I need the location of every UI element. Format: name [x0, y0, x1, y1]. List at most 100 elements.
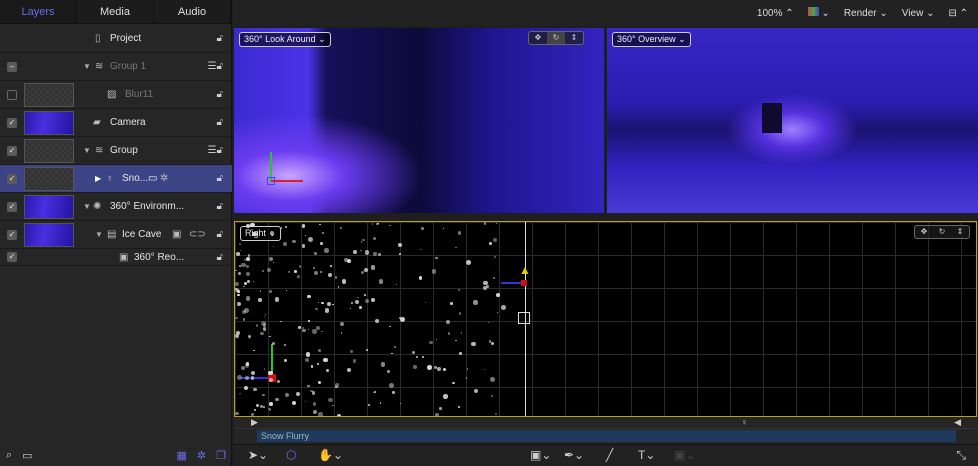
- grid-icon[interactable]: ▦: [177, 449, 187, 462]
- lock-icon[interactable]: ☰🔓︎: [208, 61, 223, 72]
- layer-row-group[interactable]: ✓ ▼ ≋ Group ☰🔓︎: [0, 137, 232, 165]
- color-channel-menu[interactable]: ⌄: [807, 7, 830, 19]
- camera-view-popup[interactable]: 360° Overview ⌄: [612, 32, 691, 47]
- dolly-icon[interactable]: ⇕: [565, 32, 583, 44]
- orbit-icon[interactable]: ↻: [933, 226, 951, 238]
- snow-particle: [488, 242, 492, 246]
- layer-row-icecave[interactable]: ✓ ▼ ▤ Ice Cave ▣ ⊂⊃ 🔓︎: [0, 221, 232, 249]
- tab-layers[interactable]: Layers: [0, 0, 77, 23]
- viewport-look-around[interactable]: 360° Look Around ⌄ ✥ ↻ ⇕: [234, 28, 604, 213]
- snow-particle: [483, 285, 487, 290]
- layer-thumbnail: [24, 110, 74, 135]
- snow-particle: [327, 397, 333, 403]
- layer-label: Group: [110, 145, 138, 156]
- search-icon[interactable]: ⌕: [6, 449, 12, 462]
- snow-particle: [326, 302, 332, 307]
- checkbox[interactable]: ✓: [7, 201, 17, 212]
- camera-view-popup[interactable]: 360° Look Around ⌄: [239, 32, 331, 47]
- layer-row-camera[interactable]: ✓ ▰ Camera 🔓︎: [0, 109, 232, 137]
- snow-particle: [311, 329, 317, 334]
- dolly-icon[interactable]: ⇕: [951, 226, 969, 238]
- camera-x-handle[interactable]: [521, 280, 527, 286]
- lock-icon[interactable]: 🔓︎: [217, 117, 223, 128]
- layer-row-project[interactable]: ▯ Project 🔓︎: [0, 25, 232, 53]
- layers-panel: Layers Media Audio ▯ Project 🔓︎ – ▼ ≋ Gr…: [0, 0, 232, 466]
- clip-bar[interactable]: Snow Flurry: [257, 430, 956, 442]
- snow-particle: [242, 318, 246, 321]
- hand-tool-icon[interactable]: ✋⌄: [318, 448, 343, 462]
- 3d-transform-tool-icon[interactable]: ⬡: [286, 448, 296, 462]
- thumbnail-toggle-icon[interactable]: ▭: [22, 449, 32, 462]
- disclosure-icon[interactable]: ▼: [83, 146, 91, 155]
- text-tool-icon[interactable]: T⌄: [638, 448, 655, 462]
- layer-label: Sno...: [122, 173, 149, 184]
- checkbox[interactable]: ✓: [7, 117, 17, 128]
- gear-icon[interactable]: ✲: [197, 449, 206, 462]
- x-axis-handle[interactable]: [271, 180, 303, 182]
- checkbox[interactable]: ✓: [7, 252, 17, 262]
- render-menu[interactable]: Render ⌄: [844, 8, 888, 19]
- out-point-marker[interactable]: ◀: [954, 417, 961, 428]
- snow-particle: [316, 325, 320, 330]
- layer-label: 360° Environm...: [110, 201, 185, 212]
- paint-tool-icon[interactable]: ╱: [606, 448, 613, 462]
- checkbox[interactable]: ✓: [7, 229, 17, 240]
- pan-icon[interactable]: ✥: [915, 226, 933, 238]
- z-axis-handle[interactable]: [267, 177, 275, 185]
- viewport-right[interactable]: Right ⌄ ✥ ↻ ⇕ ▲: [234, 221, 977, 417]
- view-menu[interactable]: View ⌄: [902, 8, 935, 19]
- layer-row-snow[interactable]: ✓ ▶ ♁ Sno... ▭ ✲ 🔓︎: [0, 165, 232, 193]
- camera-icon[interactable]: [518, 312, 530, 324]
- lock-icon[interactable]: 🔓︎: [217, 89, 223, 100]
- snow-particle: [396, 284, 398, 286]
- camera-icon: ▰: [93, 117, 101, 128]
- checkbox[interactable]: –: [7, 61, 17, 72]
- viewport-overview[interactable]: 360° Overview ⌄: [607, 28, 978, 213]
- snow-particle: [373, 236, 376, 240]
- mask-tool-icon[interactable]: ▣⌄: [674, 448, 695, 462]
- pen-tool-icon[interactable]: ✒⌄: [564, 448, 584, 462]
- snow-particle: [280, 227, 283, 229]
- disclosure-icon[interactable]: ▼: [83, 62, 91, 71]
- layer-row-reorient[interactable]: ✓ ▣ 360° Reo... 🔓︎: [0, 249, 232, 266]
- camera-y-handle[interactable]: ▲: [519, 263, 531, 277]
- disclosure-icon[interactable]: ▼: [95, 230, 103, 239]
- layer-row-group1[interactable]: – ▼ ≋ Group 1 ☰🔓︎: [0, 53, 232, 81]
- fullscreen-icon[interactable]: ⤡: [956, 448, 966, 463]
- snow-particle: [465, 377, 467, 379]
- select-tool-icon[interactable]: ➤⌄: [248, 448, 268, 462]
- zoom-menu[interactable]: 100% ⌃: [757, 8, 794, 19]
- snow-particle: [458, 288, 461, 291]
- in-point-marker[interactable]: ▶: [251, 417, 258, 428]
- layer-row-env[interactable]: ✓ ▼ ✺ 360° Environm... 🔓︎: [0, 193, 232, 221]
- snow-particle: [466, 260, 471, 265]
- tab-media[interactable]: Media: [77, 0, 154, 23]
- checkbox[interactable]: ✓: [7, 173, 17, 184]
- camera-z-handle[interactable]: [501, 282, 523, 284]
- camera-view-popup[interactable]: Right ⌄: [240, 226, 282, 241]
- playhead-marker[interactable]: ♀: [741, 417, 748, 427]
- tab-audio[interactable]: Audio: [154, 0, 231, 23]
- orbit-icon[interactable]: ↻: [547, 32, 565, 44]
- stack-icon[interactable]: ❐: [216, 449, 226, 462]
- disclosure-icon[interactable]: ▶: [95, 174, 101, 183]
- snow-particle: [304, 400, 307, 403]
- checkbox[interactable]: ✓: [7, 145, 17, 156]
- layout-menu[interactable]: ⊟ ⌃: [948, 8, 968, 19]
- lock-icon[interactable]: 🔓︎: [217, 252, 223, 263]
- pan-icon[interactable]: ✥: [529, 32, 547, 44]
- snow-particle: [312, 402, 317, 406]
- checkbox[interactable]: [7, 89, 17, 100]
- lock-icon[interactable]: ☰🔓︎: [208, 145, 223, 156]
- snow-particle: [238, 265, 241, 267]
- lock-icon[interactable]: 🔓︎: [217, 173, 223, 184]
- snow-particle: [337, 286, 340, 288]
- shape-tool-icon[interactable]: ▣⌄: [530, 448, 551, 462]
- lock-icon[interactable]: 🔓︎: [217, 229, 223, 240]
- layer-row-blur[interactable]: ▨ Blur11 🔓︎: [0, 81, 232, 109]
- snow-particle: [370, 265, 376, 271]
- lock-icon[interactable]: 🔓︎: [217, 33, 223, 44]
- timeline-ruler[interactable]: [234, 417, 978, 429]
- lock-icon[interactable]: 🔓︎: [217, 201, 223, 212]
- disclosure-icon[interactable]: ▼: [83, 202, 91, 211]
